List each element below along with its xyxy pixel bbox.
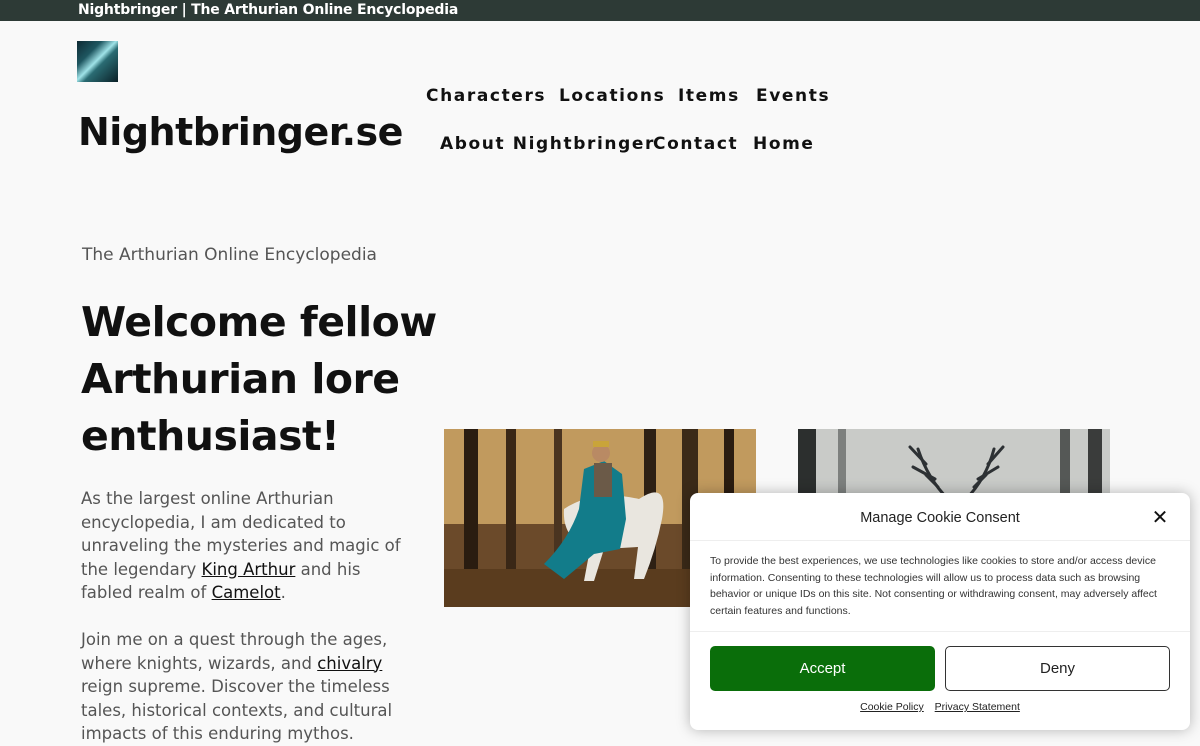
nav-item-about[interactable]: About Nightbringer xyxy=(440,134,655,154)
cookie-message: To provide the best experiences, we use … xyxy=(710,555,1157,617)
nav-item-items[interactable]: Items xyxy=(678,86,740,106)
nav-item-events[interactable]: Events xyxy=(756,86,830,106)
welcome-heading: Welcome fellow Arthurian lore enthusiast… xyxy=(81,298,437,460)
nav-item-characters[interactable]: Characters xyxy=(426,86,546,106)
cookie-consent-dialog: Manage Cookie Consent ✕ To provide the b… xyxy=(690,493,1190,730)
intro-paragraph: As the largest online Arthurian encyclop… xyxy=(81,487,416,605)
nav-item-home[interactable]: Home xyxy=(753,134,815,154)
cookie-links: Cookie Policy Privacy Statement xyxy=(690,701,1190,713)
quest-text-2: reign supreme. Discover the timeless tal… xyxy=(81,677,393,743)
cookie-dialog-title: Manage Cookie Consent xyxy=(860,510,1020,526)
privacy-statement-link[interactable]: Privacy Statement xyxy=(935,701,1020,713)
cookie-divider-bottom xyxy=(690,631,1190,632)
close-icon[interactable]: ✕ xyxy=(1150,507,1170,527)
cookie-policy-link[interactable]: Cookie Policy xyxy=(860,701,924,713)
camelot-link[interactable]: Camelot xyxy=(212,583,281,602)
deny-button[interactable]: Deny xyxy=(945,646,1170,691)
nav-item-locations[interactable]: Locations xyxy=(559,86,665,106)
site-title[interactable]: Nightbringer.se xyxy=(78,108,403,156)
top-bar-title: Nightbringer | The Arthurian Online Ency… xyxy=(78,2,459,18)
quest-paragraph: Join me on a quest through the ages, whe… xyxy=(81,628,416,746)
nav-item-contact[interactable]: Contact xyxy=(653,134,738,154)
intro-text-3: . xyxy=(280,583,286,602)
cookie-divider-top xyxy=(690,540,1190,541)
accept-button[interactable]: Accept xyxy=(710,646,935,691)
forest-logo-icon[interactable] xyxy=(77,41,118,82)
site-top-bar: Nightbringer | The Arthurian Online Ency… xyxy=(0,0,1200,21)
site-tagline: The Arthurian Online Encyclopedia xyxy=(82,245,377,265)
chivalry-link[interactable]: chivalry xyxy=(317,654,382,673)
king-arthur-link[interactable]: King Arthur xyxy=(202,560,296,579)
